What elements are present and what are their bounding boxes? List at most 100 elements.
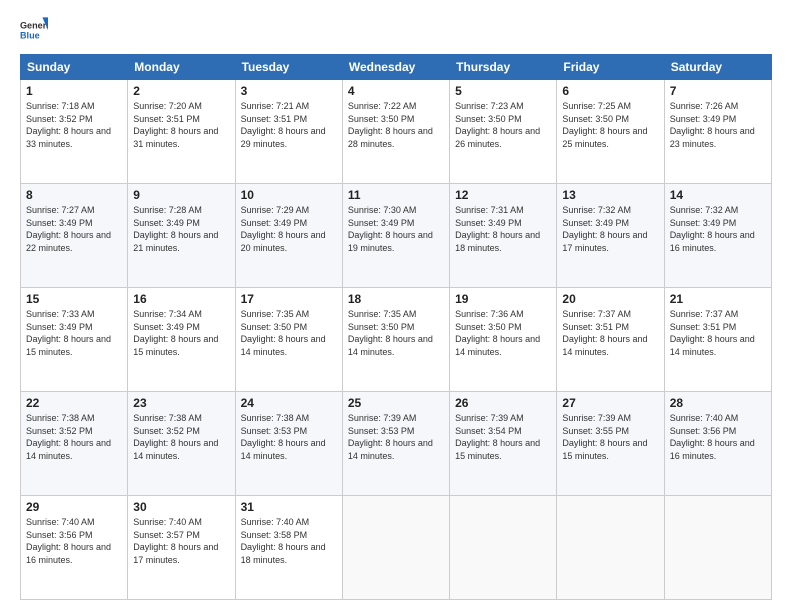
calendar-cell: 9 Sunrise: 7:28 AM Sunset: 3:49 PM Dayli… bbox=[128, 184, 235, 288]
calendar-cell: 14 Sunrise: 7:32 AM Sunset: 3:49 PM Dayl… bbox=[664, 184, 771, 288]
day-info: Sunrise: 7:25 AM Sunset: 3:50 PM Dayligh… bbox=[562, 100, 658, 150]
calendar-cell: 7 Sunrise: 7:26 AM Sunset: 3:49 PM Dayli… bbox=[664, 80, 771, 184]
sunset-label: Sunset: 3:55 PM bbox=[562, 426, 629, 436]
daylight-label: Daylight: 8 hours and 14 minutes. bbox=[348, 438, 433, 461]
daylight-label: Daylight: 8 hours and 29 minutes. bbox=[241, 126, 326, 149]
calendar-body: 1 Sunrise: 7:18 AM Sunset: 3:52 PM Dayli… bbox=[21, 80, 772, 600]
daylight-label: Daylight: 8 hours and 14 minutes. bbox=[241, 334, 326, 357]
day-info: Sunrise: 7:35 AM Sunset: 3:50 PM Dayligh… bbox=[348, 308, 444, 358]
week-row-3: 15 Sunrise: 7:33 AM Sunset: 3:49 PM Dayl… bbox=[21, 288, 772, 392]
sunset-label: Sunset: 3:50 PM bbox=[562, 114, 629, 124]
daylight-label: Daylight: 8 hours and 15 minutes. bbox=[562, 438, 647, 461]
sunrise-label: Sunrise: 7:39 AM bbox=[562, 413, 631, 423]
daylight-label: Daylight: 8 hours and 14 minutes. bbox=[26, 438, 111, 461]
day-info: Sunrise: 7:40 AM Sunset: 3:56 PM Dayligh… bbox=[26, 516, 122, 566]
day-number: 3 bbox=[241, 84, 337, 98]
sunset-label: Sunset: 3:49 PM bbox=[670, 218, 737, 228]
day-info: Sunrise: 7:31 AM Sunset: 3:49 PM Dayligh… bbox=[455, 204, 551, 254]
day-number: 7 bbox=[670, 84, 766, 98]
sunset-label: Sunset: 3:49 PM bbox=[26, 218, 93, 228]
daylight-label: Daylight: 8 hours and 14 minutes. bbox=[455, 334, 540, 357]
sunset-label: Sunset: 3:52 PM bbox=[26, 426, 93, 436]
sunrise-label: Sunrise: 7:38 AM bbox=[241, 413, 310, 423]
sunset-label: Sunset: 3:49 PM bbox=[455, 218, 522, 228]
sunrise-label: Sunrise: 7:38 AM bbox=[26, 413, 95, 423]
daylight-label: Daylight: 8 hours and 14 minutes. bbox=[241, 438, 326, 461]
sunset-label: Sunset: 3:51 PM bbox=[562, 322, 629, 332]
calendar-cell: 30 Sunrise: 7:40 AM Sunset: 3:57 PM Dayl… bbox=[128, 496, 235, 600]
calendar-cell bbox=[342, 496, 449, 600]
daylight-label: Daylight: 8 hours and 31 minutes. bbox=[133, 126, 218, 149]
calendar-cell: 6 Sunrise: 7:25 AM Sunset: 3:50 PM Dayli… bbox=[557, 80, 664, 184]
day-number: 28 bbox=[670, 396, 766, 410]
sunrise-label: Sunrise: 7:28 AM bbox=[133, 205, 202, 215]
sunset-label: Sunset: 3:52 PM bbox=[133, 426, 200, 436]
sunset-label: Sunset: 3:51 PM bbox=[133, 114, 200, 124]
day-number: 29 bbox=[26, 500, 122, 514]
sunset-label: Sunset: 3:56 PM bbox=[26, 530, 93, 540]
sunrise-label: Sunrise: 7:38 AM bbox=[133, 413, 202, 423]
sunset-label: Sunset: 3:50 PM bbox=[455, 322, 522, 332]
daylight-label: Daylight: 8 hours and 14 minutes. bbox=[133, 438, 218, 461]
sunrise-label: Sunrise: 7:18 AM bbox=[26, 101, 95, 111]
sunrise-label: Sunrise: 7:30 AM bbox=[348, 205, 417, 215]
calendar-cell: 22 Sunrise: 7:38 AM Sunset: 3:52 PM Dayl… bbox=[21, 392, 128, 496]
generalblue-logo-icon: General Blue bbox=[20, 16, 48, 44]
daylight-label: Daylight: 8 hours and 26 minutes. bbox=[455, 126, 540, 149]
sunrise-label: Sunrise: 7:26 AM bbox=[670, 101, 739, 111]
calendar-cell: 15 Sunrise: 7:33 AM Sunset: 3:49 PM Dayl… bbox=[21, 288, 128, 392]
sunrise-label: Sunrise: 7:25 AM bbox=[562, 101, 631, 111]
day-info: Sunrise: 7:20 AM Sunset: 3:51 PM Dayligh… bbox=[133, 100, 229, 150]
day-number: 4 bbox=[348, 84, 444, 98]
sunrise-label: Sunrise: 7:40 AM bbox=[133, 517, 202, 527]
day-number: 25 bbox=[348, 396, 444, 410]
day-info: Sunrise: 7:33 AM Sunset: 3:49 PM Dayligh… bbox=[26, 308, 122, 358]
day-number: 22 bbox=[26, 396, 122, 410]
sunset-label: Sunset: 3:50 PM bbox=[348, 114, 415, 124]
day-info: Sunrise: 7:21 AM Sunset: 3:51 PM Dayligh… bbox=[241, 100, 337, 150]
sunrise-label: Sunrise: 7:33 AM bbox=[26, 309, 95, 319]
day-number: 21 bbox=[670, 292, 766, 306]
day-info: Sunrise: 7:30 AM Sunset: 3:49 PM Dayligh… bbox=[348, 204, 444, 254]
day-info: Sunrise: 7:32 AM Sunset: 3:49 PM Dayligh… bbox=[670, 204, 766, 254]
calendar-cell bbox=[557, 496, 664, 600]
calendar-cell bbox=[450, 496, 557, 600]
sunset-label: Sunset: 3:49 PM bbox=[133, 322, 200, 332]
day-info: Sunrise: 7:23 AM Sunset: 3:50 PM Dayligh… bbox=[455, 100, 551, 150]
day-number: 5 bbox=[455, 84, 551, 98]
calendar-header-row: SundayMondayTuesdayWednesdayThursdayFrid… bbox=[21, 55, 772, 80]
day-info: Sunrise: 7:26 AM Sunset: 3:49 PM Dayligh… bbox=[670, 100, 766, 150]
day-number: 10 bbox=[241, 188, 337, 202]
day-number: 19 bbox=[455, 292, 551, 306]
day-number: 2 bbox=[133, 84, 229, 98]
sunrise-label: Sunrise: 7:37 AM bbox=[670, 309, 739, 319]
sunset-label: Sunset: 3:50 PM bbox=[348, 322, 415, 332]
sunset-label: Sunset: 3:49 PM bbox=[670, 114, 737, 124]
calendar-cell: 23 Sunrise: 7:38 AM Sunset: 3:52 PM Dayl… bbox=[128, 392, 235, 496]
col-header-friday: Friday bbox=[557, 55, 664, 80]
sunrise-label: Sunrise: 7:36 AM bbox=[455, 309, 524, 319]
day-info: Sunrise: 7:38 AM Sunset: 3:53 PM Dayligh… bbox=[241, 412, 337, 462]
sunset-label: Sunset: 3:57 PM bbox=[133, 530, 200, 540]
day-number: 24 bbox=[241, 396, 337, 410]
col-header-tuesday: Tuesday bbox=[235, 55, 342, 80]
calendar-cell: 25 Sunrise: 7:39 AM Sunset: 3:53 PM Dayl… bbox=[342, 392, 449, 496]
week-row-1: 1 Sunrise: 7:18 AM Sunset: 3:52 PM Dayli… bbox=[21, 80, 772, 184]
calendar-cell: 16 Sunrise: 7:34 AM Sunset: 3:49 PM Dayl… bbox=[128, 288, 235, 392]
sunrise-label: Sunrise: 7:39 AM bbox=[348, 413, 417, 423]
day-info: Sunrise: 7:28 AM Sunset: 3:49 PM Dayligh… bbox=[133, 204, 229, 254]
day-number: 20 bbox=[562, 292, 658, 306]
sunset-label: Sunset: 3:53 PM bbox=[348, 426, 415, 436]
sunrise-label: Sunrise: 7:32 AM bbox=[670, 205, 739, 215]
week-row-5: 29 Sunrise: 7:40 AM Sunset: 3:56 PM Dayl… bbox=[21, 496, 772, 600]
sunrise-label: Sunrise: 7:32 AM bbox=[562, 205, 631, 215]
day-info: Sunrise: 7:32 AM Sunset: 3:49 PM Dayligh… bbox=[562, 204, 658, 254]
calendar-cell: 17 Sunrise: 7:35 AM Sunset: 3:50 PM Dayl… bbox=[235, 288, 342, 392]
day-info: Sunrise: 7:40 AM Sunset: 3:57 PM Dayligh… bbox=[133, 516, 229, 566]
sunrise-label: Sunrise: 7:34 AM bbox=[133, 309, 202, 319]
calendar-cell: 13 Sunrise: 7:32 AM Sunset: 3:49 PM Dayl… bbox=[557, 184, 664, 288]
sunrise-label: Sunrise: 7:40 AM bbox=[670, 413, 739, 423]
day-info: Sunrise: 7:34 AM Sunset: 3:49 PM Dayligh… bbox=[133, 308, 229, 358]
sunset-label: Sunset: 3:49 PM bbox=[241, 218, 308, 228]
day-info: Sunrise: 7:39 AM Sunset: 3:53 PM Dayligh… bbox=[348, 412, 444, 462]
